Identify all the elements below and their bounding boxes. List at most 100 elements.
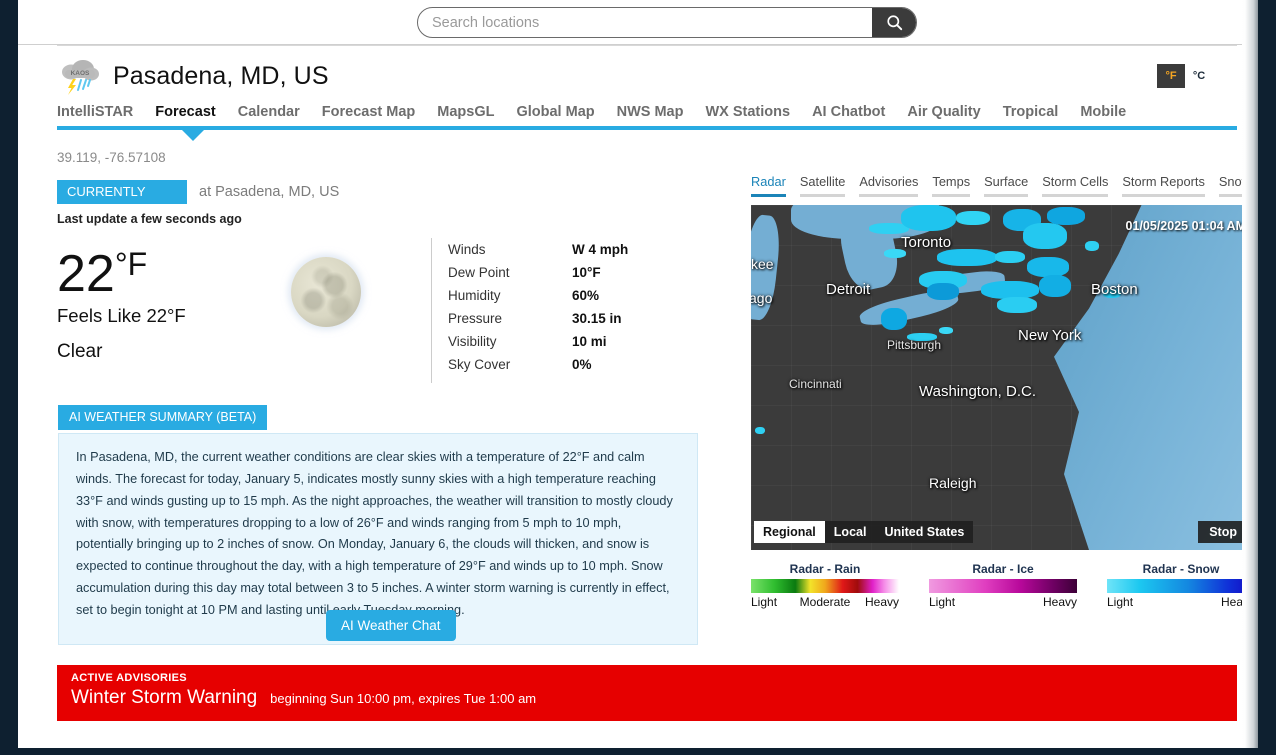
detail-value: W 4 mph (572, 242, 629, 257)
radar-echo (956, 211, 990, 225)
unit-fahrenheit-button[interactable]: °F (1157, 64, 1185, 88)
detail-value: 10°F (572, 265, 601, 280)
nav-tab-intellistar[interactable]: IntelliSTAR (57, 104, 133, 124)
radar-echo (1027, 257, 1069, 277)
radar-echo (901, 205, 956, 231)
nav-tab-mapsgl[interactable]: MapsGL (437, 104, 494, 124)
legend-scale-low: Light (751, 595, 778, 609)
radar-tab-surface[interactable]: Surface (984, 174, 1029, 197)
nav-tab-global-map[interactable]: Global Map (516, 104, 594, 124)
active-advisory-banner[interactable]: ACTIVE ADVISORIES Winter Storm Warning b… (57, 665, 1237, 721)
full-moon-icon (291, 257, 361, 327)
legend-radar-snow: Radar - Snow Light Heavy (1107, 562, 1255, 609)
legend-gradient-bar (751, 579, 899, 593)
radar-echo (939, 327, 953, 334)
page-scrollbar[interactable] (1242, 0, 1258, 748)
radar-tab-satellite[interactable]: Satellite (799, 174, 846, 197)
radar-echo (1039, 275, 1071, 297)
detail-value: 10 mi (572, 334, 607, 349)
search-bar-row (18, 0, 1258, 45)
detail-label: Pressure (448, 311, 503, 326)
legend-radar-ice: Radar - Ice Light Heavy (929, 562, 1077, 609)
detail-row-humidity: Humidity 60% (448, 284, 628, 307)
map-city-label-washington-dc: Washington, D.C. (919, 383, 1036, 400)
svg-text:KAOS: KAOS (71, 70, 90, 77)
map-city-label-toronto: Toronto (901, 234, 952, 251)
radar-tab-temps[interactable]: Temps (932, 174, 971, 197)
search-icon (886, 15, 902, 31)
map-city-label-boston: Boston (1091, 281, 1138, 298)
currently-badge: CURRENTLY (57, 180, 187, 204)
window-bottom-edge (0, 748, 1276, 755)
search-button[interactable] (872, 8, 916, 37)
search-container[interactable] (417, 7, 917, 38)
map-city-label-detroit: Detroit (826, 281, 871, 298)
detail-label: Dew Point (448, 265, 510, 280)
currently-row: CURRENTLY at Pasadena, MD, US (57, 180, 339, 204)
radar-echo (881, 308, 907, 330)
detail-value: 60% (572, 288, 600, 303)
nav-tab-forecast-map[interactable]: Forecast Map (322, 104, 415, 124)
radar-legends: Radar - Rain Light Moderate Heavy Radar … (751, 562, 1255, 609)
radar-tab-radar[interactable]: Radar (751, 174, 786, 197)
radar-echo (995, 251, 1025, 263)
nav-tab-nws-map[interactable]: NWS Map (617, 104, 684, 124)
kaos-storm-logo-icon: KAOS (57, 55, 103, 97)
radar-echo (1085, 241, 1099, 251)
nav-tab-calendar[interactable]: Calendar (238, 104, 300, 124)
detail-row-sky-cover: Sky Cover 0% (448, 353, 628, 376)
map-scope-buttons: Regional Local United States (754, 521, 974, 543)
nav-tab-mobile[interactable]: Mobile (1080, 104, 1126, 124)
map-city-label-milwaukee: kee (751, 256, 774, 272)
radar-timestamp: 01/05/2025 01:04 AM (1125, 219, 1246, 233)
radar-tab-advisories[interactable]: Advisories (859, 174, 919, 197)
nav-tab-forecast[interactable]: Forecast (155, 104, 215, 124)
nav-tab-ai-chatbot[interactable]: AI Chatbot (812, 104, 885, 124)
ai-summary-badge: AI WEATHER SUMMARY (BETA) (58, 405, 268, 430)
map-scope-local[interactable]: Local (824, 521, 876, 543)
current-temperature-unit: °F (114, 246, 148, 282)
current-details-table: Winds W 4 mph Dew Point 10°F Humidity 60… (431, 238, 628, 383)
search-input[interactable] (418, 8, 872, 37)
radar-layer-tabs: Radar Satellite Advisories Temps Surface… (751, 174, 1251, 197)
unit-celsius-button[interactable]: °C (1185, 64, 1213, 88)
radar-tab-storm-cells[interactable]: Storm Cells (1042, 174, 1109, 197)
ai-summary-text: In Pasadena, MD, the current weather con… (76, 450, 673, 617)
nav-tab-tropical[interactable]: Tropical (1003, 104, 1059, 124)
legend-radar-rain: Radar - Rain Light Moderate Heavy (751, 562, 899, 609)
detail-label: Humidity (448, 288, 501, 303)
legend-scale-high: Heavy (1042, 595, 1077, 609)
map-playback-stop-button[interactable]: Stop (1198, 521, 1248, 543)
radar-echo (1047, 207, 1085, 225)
unit-toggle[interactable]: °F °C (1157, 64, 1213, 88)
legend-title: Radar - Ice (972, 562, 1034, 576)
radar-map[interactable]: 01/05/2025 01:04 AM kee ago Toronto Detr… (751, 205, 1254, 550)
current-condition: Clear (57, 341, 103, 362)
map-city-label-chicago: ago (751, 290, 773, 306)
legend-scale-mid: Moderate (799, 595, 851, 609)
radar-tab-storm-reports[interactable]: Storm Reports (1122, 174, 1205, 197)
radar-echo (937, 249, 997, 266)
detail-label: Sky Cover (448, 357, 511, 372)
location-header: KAOS Pasadena, MD, US (57, 55, 329, 97)
radar-echo (927, 283, 959, 300)
page-title: Pasadena, MD, US (113, 61, 329, 90)
detail-label: Winds (448, 242, 486, 257)
ai-weather-chat-button[interactable]: AI Weather Chat (326, 610, 456, 641)
nav-tab-air-quality[interactable]: Air Quality (907, 104, 980, 124)
detail-value: 30.15 in (572, 311, 622, 326)
map-city-label-new-york: New York (1018, 327, 1082, 344)
map-city-label-cincinnati: Cincinnati (789, 377, 842, 391)
ai-summary-panel: In Pasadena, MD, the current weather con… (58, 433, 698, 645)
detail-value: 0% (572, 357, 592, 372)
detail-row-winds: Winds W 4 mph (448, 238, 628, 261)
legend-title: Radar - Rain (789, 562, 861, 576)
map-scope-regional[interactable]: Regional (754, 521, 825, 543)
advisory-detail: beginning Sun 10:00 pm, expires Tue 1:00… (270, 691, 537, 706)
map-scope-united-states[interactable]: United States (875, 521, 974, 543)
page-container: KAOS Pasadena, MD, US °F °C IntelliSTAR … (18, 0, 1258, 748)
feels-like-text: Feels Like 22°F (57, 305, 186, 326)
nav-tab-wx-stations[interactable]: WX Stations (705, 104, 790, 124)
current-temperature-value: 22 (57, 245, 115, 303)
legend-scale-low: Light (1107, 595, 1134, 609)
